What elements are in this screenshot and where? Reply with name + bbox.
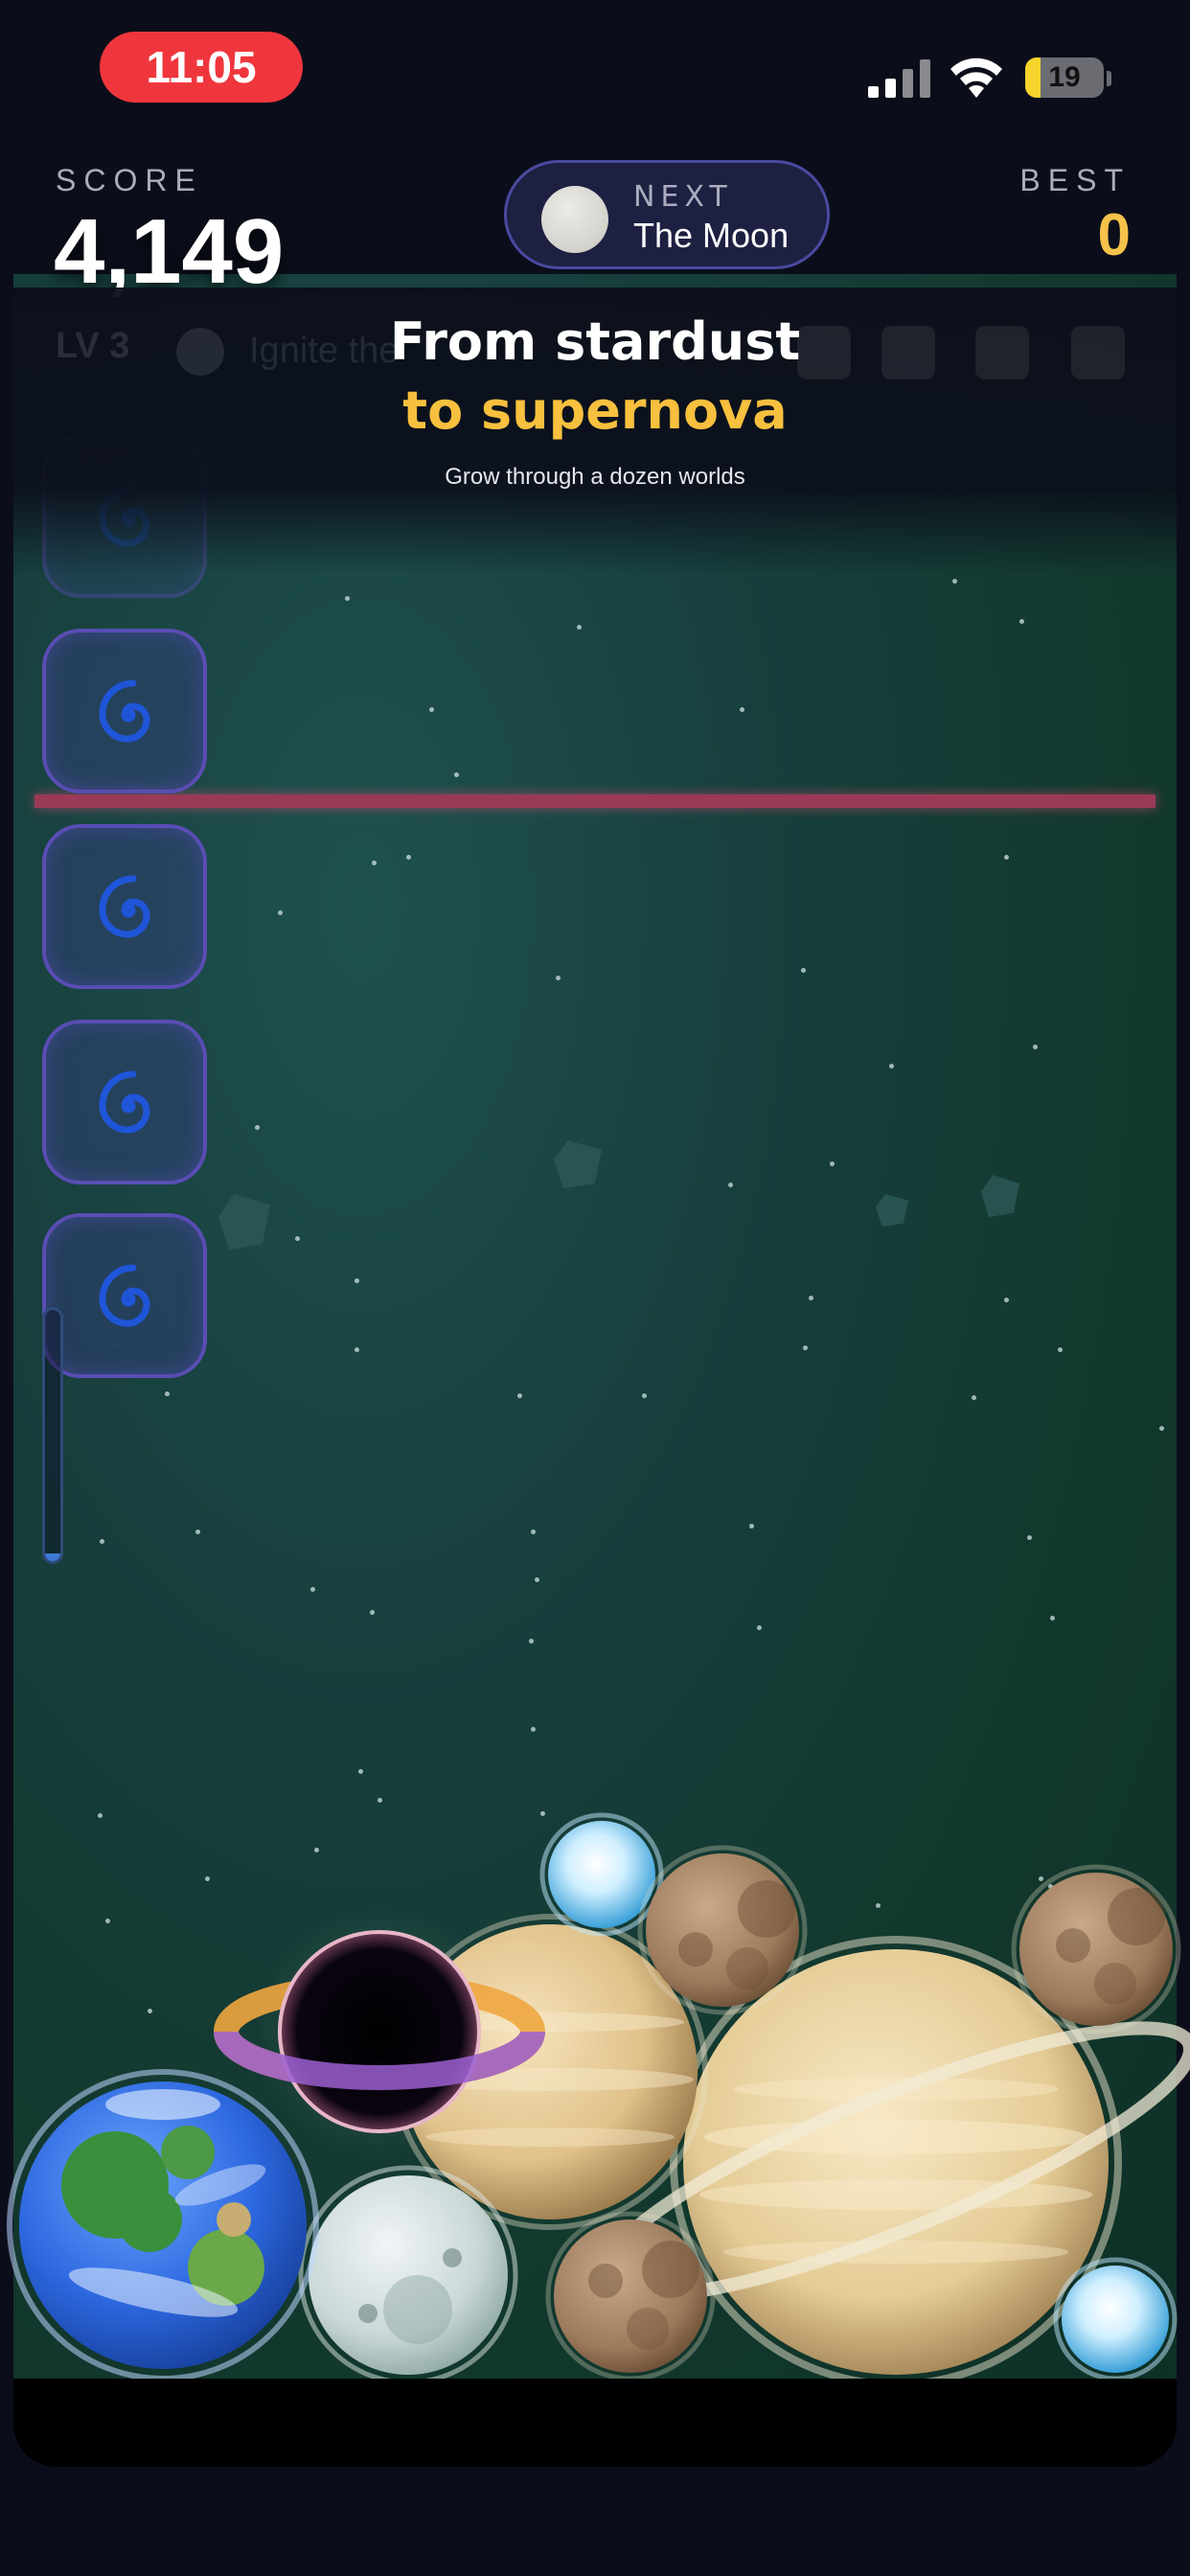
intro-title-line2: to supernova — [402, 380, 788, 441]
battery-tip — [1107, 71, 1111, 86]
asteroid-rock — [554, 1140, 602, 1188]
next-body-preview: NEXT The Moon — [504, 160, 830, 269]
score-label: SCORE — [56, 163, 203, 197]
best-label: BEST — [1019, 163, 1131, 197]
mars-planet — [1011, 1864, 1181, 2035]
moon-planet — [298, 2165, 518, 2385]
asteroid-rock — [218, 1194, 270, 1250]
galaxy-icon — [99, 1070, 150, 1134]
best-value: 0 — [1097, 202, 1131, 268]
asteroid-rock — [981, 1175, 1019, 1217]
queue-slot — [42, 629, 207, 794]
next-label: NEXT — [633, 180, 733, 214]
next-body-name: The Moon — [633, 216, 790, 255]
intro-subtitle: Grow through a dozen worlds — [445, 464, 745, 490]
galaxy-icon — [99, 679, 150, 743]
comet — [1053, 2257, 1178, 2381]
power-meter — [42, 1307, 63, 1564]
mars-planet — [545, 2211, 716, 2381]
earth-planet — [7, 2069, 319, 2381]
game-screen: { "status_bar": { "time": "11:05", "batt… — [0, 0, 1190, 2576]
wifi-icon — [950, 58, 1002, 98]
queue-slot — [42, 824, 207, 989]
cellular-signal-icon — [868, 59, 930, 98]
power-meter-fill — [45, 1553, 60, 1561]
galaxy-icon — [99, 875, 150, 938]
mars-planet — [637, 1845, 808, 2015]
status-time: 11:05 — [100, 32, 303, 103]
overflow-limit-line — [34, 794, 1156, 808]
moon-icon — [541, 186, 608, 253]
asteroid-rock — [876, 1194, 908, 1227]
intro-title-line1: From stardust — [389, 311, 801, 372]
queue-slot — [42, 1213, 207, 1378]
battery-indicator: 19 — [1025, 58, 1104, 98]
board-floor — [13, 2379, 1177, 2467]
galaxy-icon — [99, 1264, 150, 1327]
battery-percent: 19 — [1048, 61, 1081, 93]
queue-slot — [42, 1020, 207, 1184]
planet-pile — [7, 1812, 1190, 2386]
